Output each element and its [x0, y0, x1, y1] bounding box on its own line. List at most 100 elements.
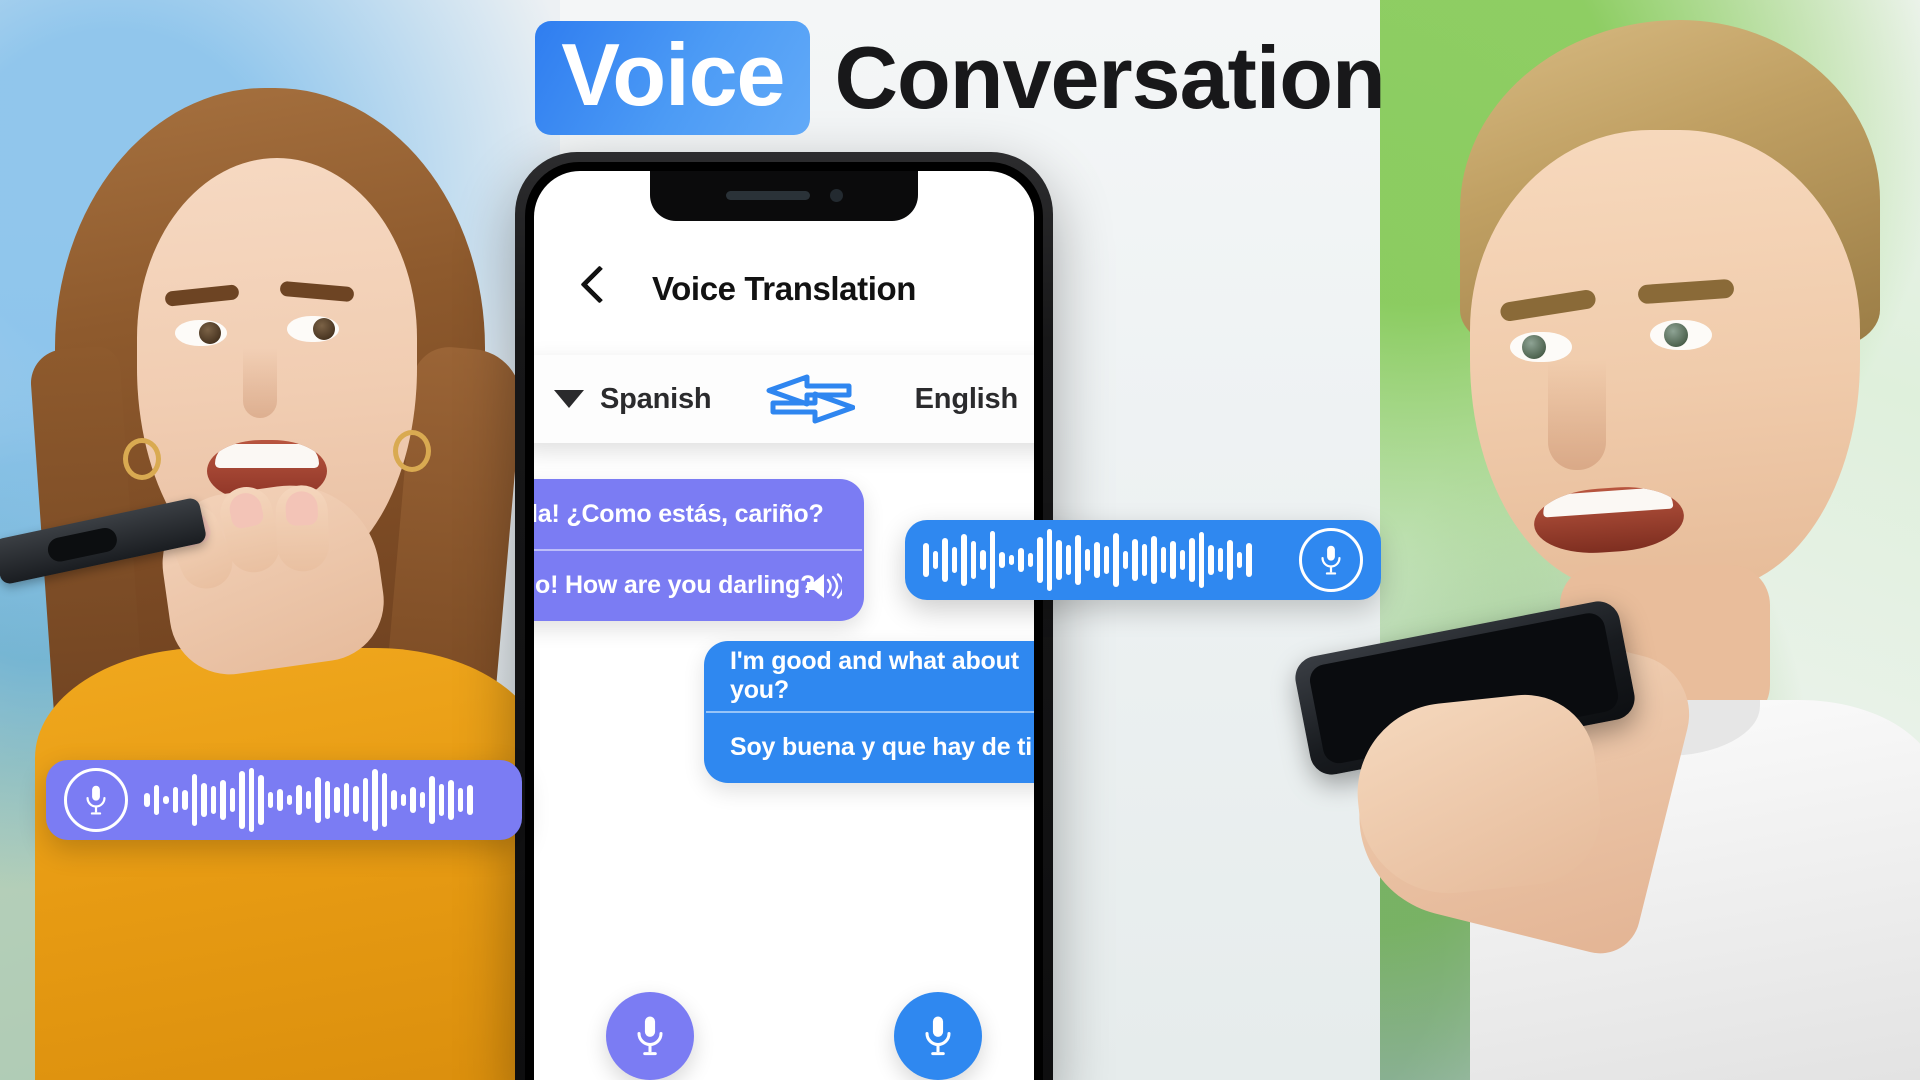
waveform-bar	[258, 775, 264, 825]
phone-bezel: Voice Translation ¡Hola! ¿Como estás, ca…	[525, 162, 1043, 1080]
microphone-icon	[64, 768, 128, 832]
message-bubble-english[interactable]: I'm good and what about you? Soy buena y…	[704, 641, 1034, 783]
waveform-bar	[1217, 548, 1223, 572]
waveform-bar	[324, 781, 330, 819]
waveform-bar	[391, 790, 397, 810]
waveform-bar	[1113, 533, 1119, 587]
woman-nose	[243, 348, 277, 418]
waveform-bar	[400, 794, 406, 806]
mic-button-english[interactable]	[894, 992, 982, 1080]
waveform-bar	[1208, 545, 1214, 575]
promo-banner: Voice Conversation Voice Translation ¡Ho…	[0, 0, 1920, 1080]
waveform-bar	[1198, 532, 1204, 588]
waveform-bar	[362, 778, 368, 822]
waveform-bar	[951, 547, 957, 573]
waveform-bar	[438, 784, 444, 816]
waveform-bar	[932, 551, 938, 569]
title-text-conversation: Conversation	[834, 28, 1385, 127]
waveform-bar	[239, 771, 245, 829]
waveform-bar	[277, 789, 283, 811]
waveform-bar	[182, 790, 188, 810]
voice-waveform-right[interactable]	[905, 520, 1381, 600]
waveform-bar	[961, 534, 967, 586]
waveform-bar	[1179, 550, 1185, 570]
waveform-bar	[999, 552, 1005, 568]
waveform-bar	[989, 531, 995, 589]
voice-waveform-left[interactable]	[46, 760, 522, 840]
waveform-bar	[334, 787, 340, 813]
waveform-bars-left	[144, 768, 504, 832]
waveform-bar	[144, 793, 150, 807]
waveform-bar	[172, 787, 178, 813]
waveform-bar	[191, 774, 197, 826]
woman-earring-right	[393, 430, 431, 472]
waveform-bar	[372, 769, 378, 831]
microphone-icon	[637, 1016, 663, 1056]
waveform-bar	[1065, 545, 1071, 575]
waveform-bar	[267, 792, 273, 808]
waveform-bar	[1056, 540, 1062, 580]
waveform-bar	[970, 541, 976, 579]
target-language-label: English	[914, 382, 1019, 415]
speaker-volume-icon[interactable]	[804, 571, 845, 601]
title-badge-voice: Voice	[535, 21, 811, 135]
swap-horizontal-arrows-icon[interactable]	[763, 371, 856, 427]
waveform-bar	[305, 791, 311, 809]
message-original-text: ¡Hola! ¿Como estás, cariño?	[534, 499, 824, 528]
waveform-bar	[410, 787, 416, 813]
target-language-dropdown[interactable]: English	[855, 383, 1034, 416]
waveform-bar	[1132, 539, 1138, 581]
phone-screen: Voice Translation ¡Hola! ¿Como estás, ca…	[534, 171, 1034, 1080]
app-header: Voice Translation	[534, 253, 1034, 325]
microphone-icon	[925, 1016, 951, 1056]
person-woman	[0, 48, 575, 1080]
earpiece-speaker	[726, 191, 810, 200]
waveform-bar	[229, 788, 235, 812]
waveform-bar	[1008, 555, 1014, 565]
caret-down-icon	[554, 390, 584, 408]
waveform-bar	[248, 768, 254, 832]
waveform-bar	[1075, 535, 1081, 585]
message-translation-text: Soy buena y que hay de ti	[730, 733, 1033, 761]
waveform-bar	[1094, 542, 1100, 578]
waveform-bar	[296, 785, 302, 815]
mic-button-spanish[interactable]	[606, 992, 694, 1080]
message-original-row: ¡Hola! ¿Como estás, cariño?	[534, 479, 864, 549]
waveform-bar	[419, 792, 425, 808]
phone-mockup: Voice Translation ¡Hola! ¿Como estás, ca…	[515, 152, 1053, 1080]
message-original-text: I'm good and what about you?	[730, 647, 1019, 704]
waveform-bar	[1141, 544, 1147, 576]
waveform-bar	[210, 786, 216, 814]
person-man	[1291, 10, 1920, 1080]
waveform-bar	[923, 543, 929, 577]
woman-shirt	[35, 648, 545, 1080]
waveform-bar	[1122, 551, 1128, 569]
waveform-bars-right	[923, 529, 1283, 591]
waveform-bar	[942, 538, 948, 582]
waveform-bar	[315, 777, 321, 823]
front-camera-icon	[830, 189, 843, 202]
waveform-bar	[1236, 552, 1242, 568]
waveform-bar	[1160, 547, 1166, 573]
message-translation-text: Hello! How are you darling?	[534, 571, 816, 599]
woman-eye-right	[287, 316, 339, 342]
man-eye-right	[1650, 320, 1712, 350]
waveform-bar	[980, 550, 986, 570]
waveform-bar	[343, 783, 349, 817]
phone-notch	[650, 171, 918, 221]
message-translation-row: Soy buena y que hay de ti	[704, 713, 1034, 783]
source-language-dropdown[interactable]: Spanish	[534, 383, 763, 416]
banner-title: Voice Conversation	[0, 18, 1920, 138]
language-selector-bar: Spanish English	[534, 355, 1034, 443]
waveform-bar	[201, 783, 207, 817]
waveform-bar	[1084, 549, 1090, 571]
waveform-bar	[1227, 540, 1233, 580]
waveform-bar	[1170, 541, 1176, 579]
waveform-bar	[1046, 529, 1052, 591]
message-bubble-spanish[interactable]: ¡Hola! ¿Como estás, cariño? Hello! How a…	[534, 479, 864, 621]
woman-earring-left	[123, 438, 161, 480]
waveform-bar	[153, 785, 159, 815]
source-language-label: Spanish	[600, 382, 712, 415]
waveform-bar	[467, 785, 473, 815]
waveform-bar	[1103, 546, 1109, 574]
